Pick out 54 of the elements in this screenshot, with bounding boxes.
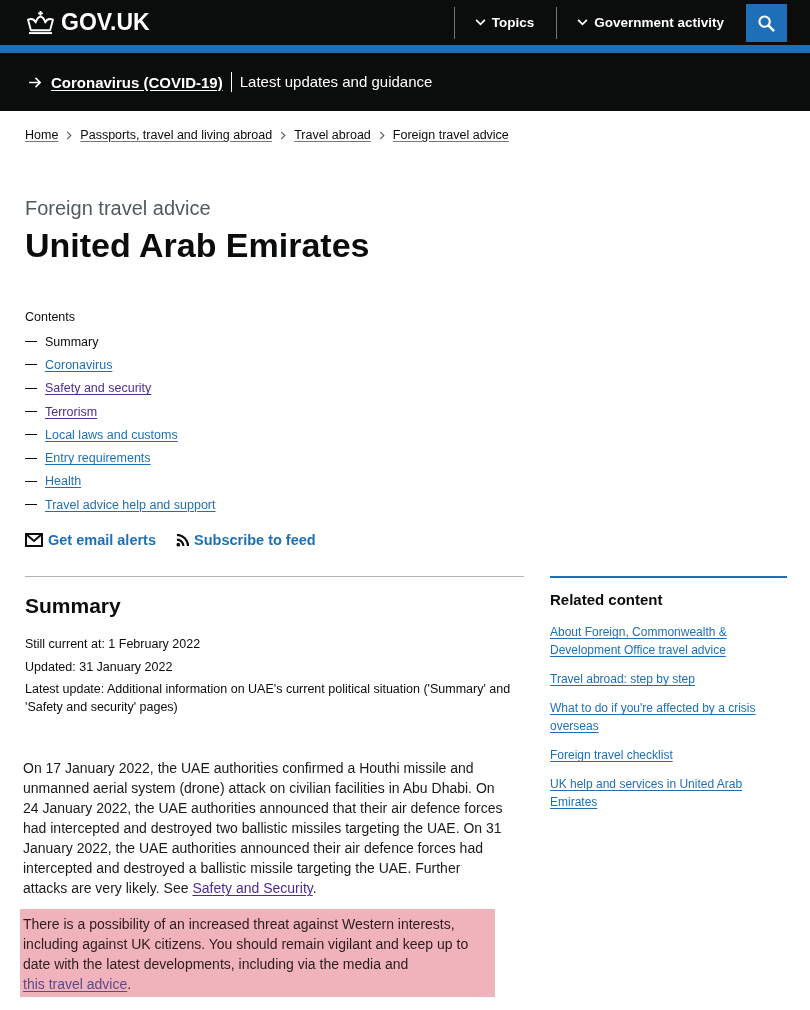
dash-icon [25,387,37,389]
contents-link[interactable]: Coronavirus [45,357,113,372]
chevron-down-icon [474,19,486,26]
search-icon [758,14,775,32]
metadata-text: Latest update: Additional information on UAE's current political situation ('Summary' and 'Safety and security' pages) [25,681,512,717]
arrow-right-icon [29,76,42,88]
contents-link[interactable]: Entry requirements [45,451,151,466]
breadcrumb-link[interactable]: Foreign travel advice [392,126,509,144]
breadcrumb-link[interactable]: Travel abroad [294,126,371,144]
metadata-text: Updated: 31 January 2022 [25,658,174,676]
related-link[interactable]: Foreign travel checklist [550,746,778,765]
subscription-link[interactable]: Subscribe to feed [176,532,316,549]
nav-menu-button[interactable]: Topics [453,6,557,39]
related-link[interactable]: Travel abroad: step by step [550,670,778,689]
dash-icon [25,341,37,343]
highlighted-paragraph: There is a possibility of an increased threat against Western interests, including against UK citizens. You should remain vigilant and keep up to date with the latest developments, including via the media and this travel advice. [20,909,495,998]
inline-link[interactable]: Safety and Security [192,880,313,897]
chevron-right-icon [280,130,287,140]
logo-link[interactable]: GOV.UK [25,9,150,36]
chevron-down-icon [577,19,589,26]
subscription-link[interactable]: Get email alerts [25,532,156,549]
search-button[interactable] [746,4,787,42]
chevron-right-icon [378,130,385,140]
body-paragraph: On 17 January 2022, the UAE authorities confirmed a Houthi missile and unmanned aerial system (drone) attack on civilian facilities in Abu Dhabi. On 24 January 2022, the UAE authorities announced that their air defence forces had intercepted and destroyed two ballistic missiles targeting the UAE. On 31 January 2022, the UAE authorities announced their air defence forces had intercepted and destroyed a ballistic missile targeting the UAE. Further attacks are very likely. See Safety and Security. [23,759,504,899]
contents-link[interactable]: Safety and security [45,381,152,396]
contents-heading: Contents [25,309,77,326]
related-link[interactable]: What to do if you're affected by a crisis overseas [550,699,778,736]
breadcrumb-link[interactable]: Home [25,126,59,144]
inline-link[interactable]: this travel advice [23,976,128,993]
related-link[interactable]: UK help and services in United Arab Emirates [550,775,778,812]
envelope-icon [25,533,43,548]
related-link[interactable]: About Foreign, Commonwealth & Development Office travel advice [550,623,778,660]
chevron-right-icon [66,130,73,140]
dash-icon [25,504,37,506]
dash-icon [25,411,37,413]
contents-link[interactable]: Travel advice help and support [45,497,216,512]
dash-icon [25,457,37,459]
page-caption: Foreign travel advice [25,196,212,221]
related-heading: Related content [550,590,663,611]
contents-link[interactable]: Terrorism [45,404,98,419]
rss-icon [176,533,189,547]
dash-icon [25,434,37,436]
dash-icon [25,364,37,366]
metadata-text: Still current at: 1 February 2022 [25,636,202,654]
crown-icon [25,10,56,35]
banner-text: Latest updates and guidance [230,72,433,92]
contents-link[interactable]: Local laws and customs [45,427,178,442]
page-title: United Arab Emirates [25,225,371,265]
banner-link[interactable]: Coronavirus (COVID-19) [51,73,223,91]
summary-heading: Summary [25,593,122,620]
contents-link[interactable]: Health [45,474,82,489]
dash-icon [25,480,37,482]
breadcrumb-link[interactable]: Passports, travel and living abroad [80,126,273,144]
contents-current-item: Summary [45,334,99,349]
